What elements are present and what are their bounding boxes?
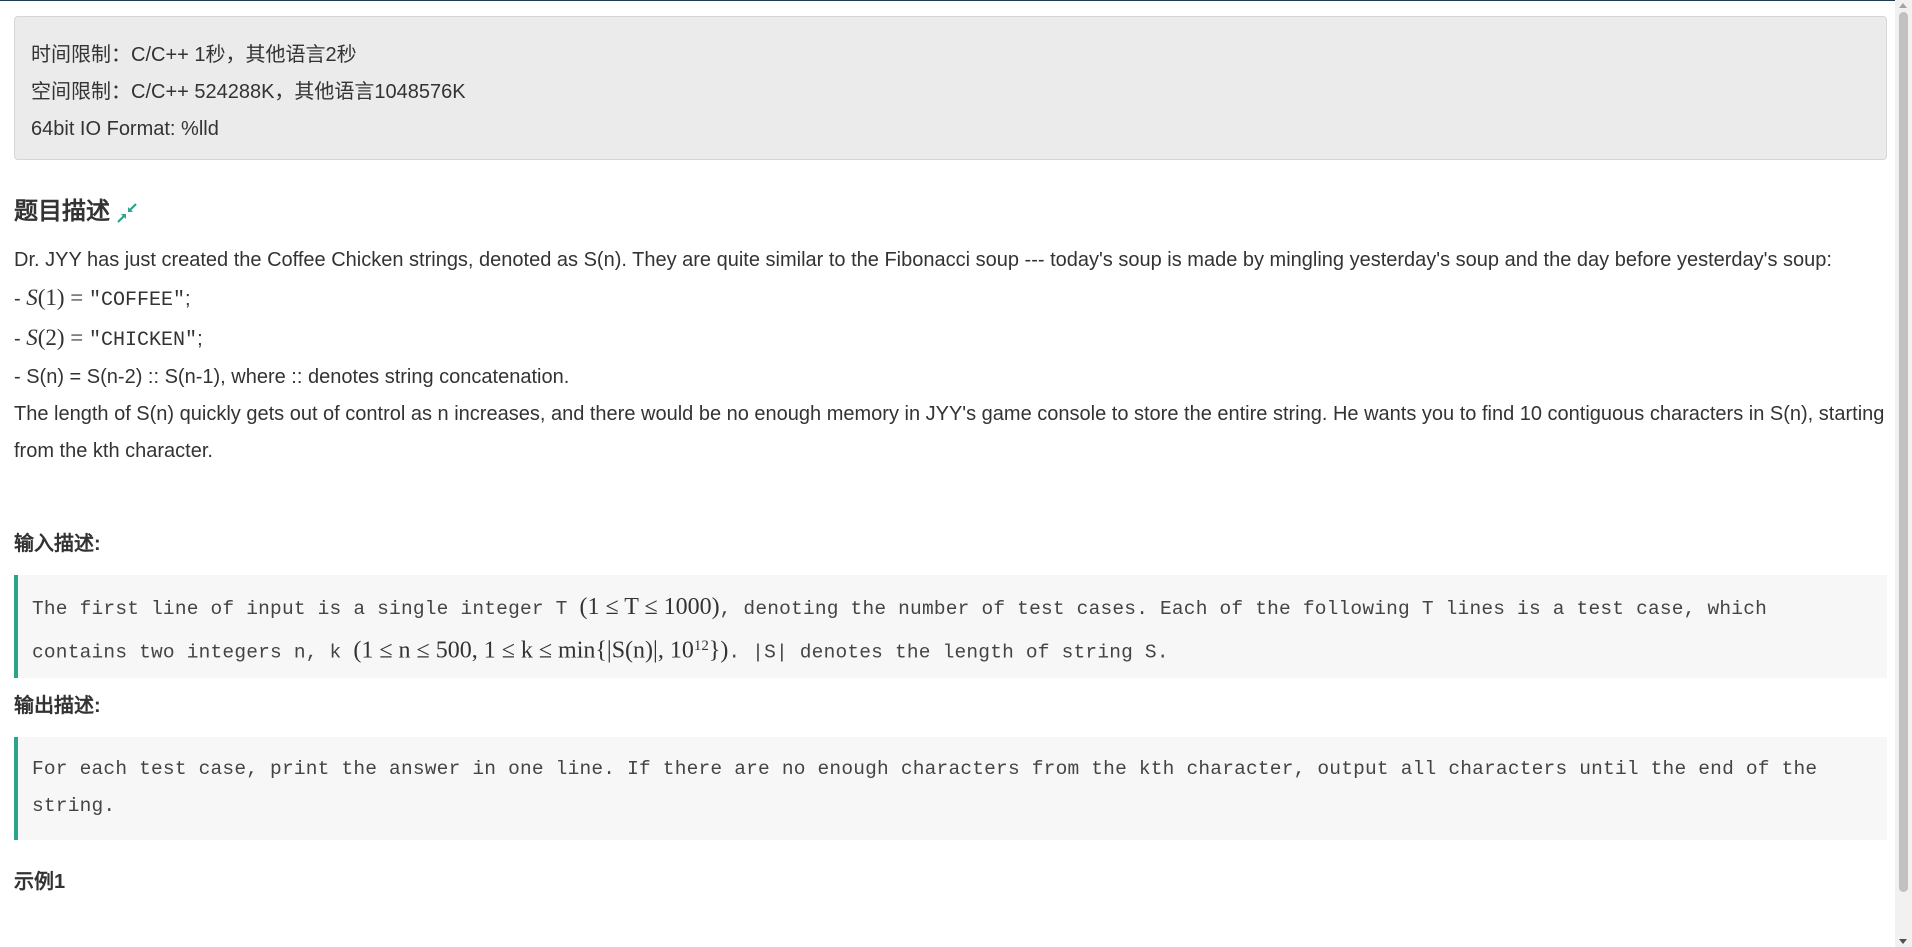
vertical-scrollbar[interactable]: [1895, 0, 1912, 947]
example-heading: 示例1: [14, 871, 66, 893]
input-math-exponent: 12: [693, 638, 709, 654]
output-heading: 输出描述:: [14, 695, 101, 717]
scroll-down-arrow-icon[interactable]: [1899, 939, 1907, 944]
space-limit: 空间限制：C/C++ 524288K，其他语言1048576K: [31, 81, 466, 103]
math-symbol: S: [26, 285, 38, 310]
description-body: Dr. JYY has just created the Coffee Chic…: [14, 242, 1887, 470]
math-equals: =: [64, 285, 90, 310]
bullet-dash: -: [14, 328, 27, 350]
input-math-2-end: }): [708, 637, 729, 664]
input-math-2: (1 ≤ n ≤ 500, 1 ≤ k ≤ min{|S(n)|, 10: [353, 637, 694, 664]
string-literal: "CHICKEN": [89, 329, 198, 352]
scroll-up-arrow-icon[interactable]: [1899, 3, 1907, 8]
description-title: 题目描述: [14, 198, 110, 225]
definition-line-2: - S(2) = "CHICKEN";: [14, 319, 1887, 359]
collapse-arrows-icon[interactable]: [116, 201, 138, 223]
input-text-1: The first line of input is a single inte…: [32, 598, 580, 620]
definition-line-3: - S(n) = S(n-2) :: S(n-1), where :: deno…: [14, 366, 570, 388]
input-text-3: . |S| denotes the length of string S.: [728, 641, 1169, 664]
problem-page: 时间限制：C/C++ 1秒，其他语言2秒 空间限制：C/C++ 524288K，…: [14, 16, 1887, 896]
input-math-1: (1 ≤ T ≤ 1000): [579, 594, 720, 620]
scroll-thumb[interactable]: [1899, 12, 1908, 892]
top-border: [0, 0, 1912, 1]
time-limit: 时间限制：C/C++ 1秒，其他语言2秒: [31, 44, 357, 66]
string-literal: "COFFEE": [89, 289, 186, 312]
input-description-box: The first line of input is a single inte…: [14, 575, 1887, 678]
description-paragraph-1: Dr. JYY has just created the Coffee Chic…: [14, 249, 1832, 271]
math-argument: (1): [37, 285, 65, 310]
bullet-dash: -: [14, 288, 27, 310]
description-heading: 题目描述: [14, 196, 1887, 228]
semicolon: ;: [185, 288, 191, 310]
description-paragraph-2: The length of S(n) quickly gets out of c…: [14, 403, 1885, 462]
definition-line-1: - S(1) = "COFFEE";: [14, 279, 1887, 319]
input-heading: 输入描述:: [14, 533, 101, 555]
math-symbol: S: [26, 325, 38, 350]
limits-box: 时间限制：C/C++ 1秒，其他语言2秒 空间限制：C/C++ 524288K，…: [14, 16, 1887, 160]
semicolon: ;: [197, 328, 203, 350]
math-equals: =: [64, 325, 90, 350]
io-format: 64bit IO Format: %lld: [31, 118, 219, 140]
output-description-box: For each test case, print the answer in …: [14, 737, 1887, 840]
math-argument: (2): [37, 325, 65, 350]
